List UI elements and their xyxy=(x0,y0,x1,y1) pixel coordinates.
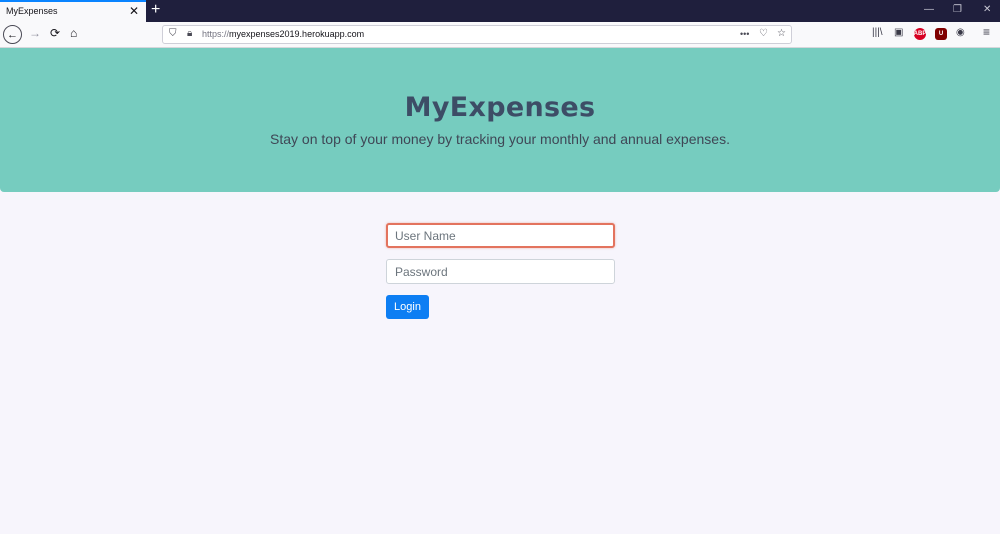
lock-icon[interactable]: 🔒︎ xyxy=(187,28,192,39)
navigation-bar: ← → ⟳ ⌂ ⛉ 🔒︎ https://myexpenses2019.hero… xyxy=(0,22,1000,48)
library-icon[interactable]: |||\ xyxy=(872,27,883,38)
page-title: MyExpenses xyxy=(404,92,596,123)
url-protocol: https:// xyxy=(202,29,230,39)
url-text[interactable]: https://myexpenses2019.herokuapp.com xyxy=(202,29,364,39)
new-tab-button[interactable]: + xyxy=(151,0,160,20)
url-bar[interactable]: ⛉ 🔒︎ https://myexpenses2019.herokuapp.co… xyxy=(162,25,792,44)
login-button[interactable]: Login xyxy=(386,295,429,319)
ublock-icon[interactable]: U xyxy=(935,28,947,40)
pocket-icon[interactable]: ♡ xyxy=(759,28,768,39)
shield-icon[interactable]: ⛉ xyxy=(169,28,177,39)
page-actions-icon[interactable]: ••• xyxy=(740,29,749,39)
url-host: myexpenses2019.herokuapp.com xyxy=(229,29,365,39)
password-input[interactable] xyxy=(386,259,615,284)
username-input[interactable] xyxy=(386,223,615,248)
back-icon[interactable]: ← xyxy=(3,25,22,44)
account-icon[interactable]: ◉ xyxy=(956,27,965,38)
adblock-icon[interactable]: ABP xyxy=(914,28,926,40)
tab-bar: MyExpenses ✕ + — ❐ ✕ xyxy=(0,0,1000,22)
home-icon[interactable]: ⌂ xyxy=(70,26,77,40)
hero-banner: MyExpenses Stay on top of your money by … xyxy=(0,48,1000,192)
tab-myexpenses[interactable]: MyExpenses ✕ xyxy=(0,0,146,22)
restore-icon[interactable]: ❐ xyxy=(953,4,962,15)
window-close-icon[interactable]: ✕ xyxy=(983,4,991,15)
bookmark-star-icon[interactable]: ☆ xyxy=(777,28,786,39)
close-icon[interactable]: ✕ xyxy=(129,4,139,18)
sidebar-icon[interactable]: ▣ xyxy=(894,27,903,38)
tab-title: MyExpenses xyxy=(6,6,58,16)
reload-icon[interactable]: ⟳ xyxy=(50,26,60,40)
minimize-icon[interactable]: — xyxy=(924,4,934,15)
page-subtitle: Stay on top of your money by tracking yo… xyxy=(270,131,730,147)
menu-icon[interactable]: ≡ xyxy=(983,25,990,39)
forward-icon[interactable]: → xyxy=(29,26,41,40)
